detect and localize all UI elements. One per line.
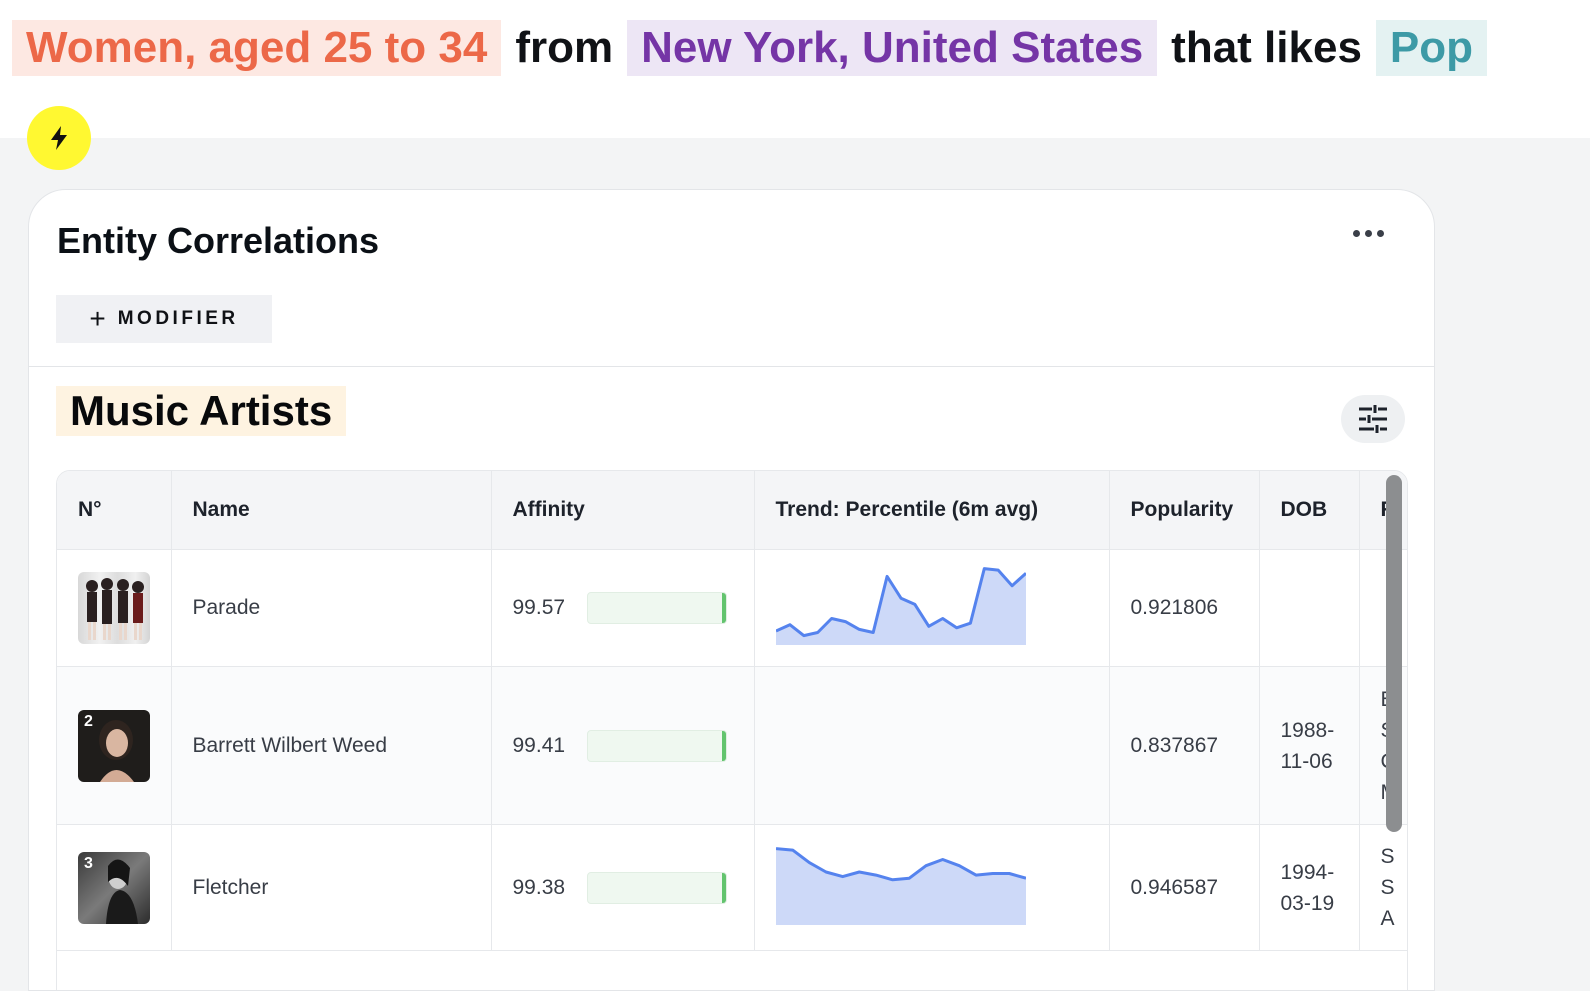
trend-cell [754,549,1110,667]
table-row[interactable]: 3 Fletcher 99.38 0.946587 1994- 03-19 SSA [57,824,1407,951]
col-header-rank[interactable]: N° [57,471,172,550]
genre-chip[interactable]: Pop [1375,20,1488,76]
trend-cell [754,824,1110,951]
dob-cell: 1994- 03-19 [1259,824,1360,951]
vertical-scrollbar[interactable] [1386,475,1402,832]
trend-sparkline [775,846,1026,925]
popularity-cell: 0.837867 [1109,666,1260,825]
rank-cell [57,549,172,667]
plus-icon: + [89,303,106,334]
rank-cell: 3 [57,824,172,951]
dob-line: 11-06 [1280,749,1333,773]
rank-badge: 3 [84,854,93,872]
entity-correlations-card: Entity Correlations + MODIFIER Music Art… [28,189,1435,991]
table-row[interactable]: 2 Barrett Wilbert Weed 99.41 0.837867 19… [57,666,1407,825]
artist-thumbnail[interactable] [78,572,150,644]
trend-area [775,848,1026,925]
location-chip[interactable]: New York, United States [627,20,1158,76]
affinity-cell: 99.57 [491,549,755,667]
truncated-text: A [1380,907,1395,930]
filter-button[interactable] [1341,395,1405,443]
affinity-cell: 99.41 [491,666,755,825]
artist-thumbnail[interactable]: 2 [78,709,150,782]
divider [29,366,1434,367]
dob-line: 03-19 [1280,891,1335,915]
trend-sparkline [776,701,1026,785]
affinity-bar [587,592,728,624]
audience-query: Women, aged 25 to 34 from New York, Unit… [12,18,1488,78]
popularity-cell: 0.946587 [1109,824,1260,951]
section-title: Music Artists [56,386,347,436]
dob-line: 1988- [1280,718,1335,742]
table-row[interactable]: Parade 99.57 0.921806 [57,549,1407,667]
lightning-bolt-icon[interactable] [27,106,91,170]
truncated-cell: SSA [1359,824,1407,951]
col-header-popularity[interactable]: Popularity [1109,471,1260,550]
more-horizontal-icon[interactable] [1349,220,1388,247]
col-header-trend[interactable]: Trend: Percentile (6m avg) [754,471,1110,550]
modifier-label: MODIFIER [117,308,239,329]
query-bar: Women, aged 25 to 34 from New York, Unit… [0,0,1590,138]
affinity-value: 99.41 [512,733,566,757]
dob-cell [1259,549,1360,667]
dob-cell: 1988- 11-06 [1259,666,1360,825]
trend-cell [754,666,1110,825]
name-cell[interactable]: Fletcher [171,824,492,951]
artist-thumbnail[interactable]: 3 [78,851,150,924]
truncated-text: S [1380,845,1395,868]
name-cell[interactable]: Parade [171,549,492,667]
trend-sparkline [774,567,1027,645]
truncated-text: S [1380,876,1395,899]
affinity-value: 99.57 [512,596,566,619]
rank-badge: 2 [84,712,93,730]
card-title: Entity Correlations [57,220,380,261]
sliders-icon [1359,405,1387,433]
audience-chip[interactable]: Women, aged 25 to 34 [12,20,502,76]
name-cell[interactable]: Barrett Wilbert Weed [171,666,492,825]
col-header-dob[interactable]: DOB [1259,471,1360,550]
artists-table: N° Name Affinity Trend: Percentile (6m a… [56,470,1408,990]
affinity-cell: 99.38 [491,824,755,951]
col-header-affinity[interactable]: Affinity [491,471,755,550]
affinity-value: 99.38 [512,875,566,899]
from-connector: from [515,23,614,72]
rank-cell: 2 [57,666,172,825]
likes-connector: that likes [1171,23,1362,72]
dob-line: 1994- [1280,860,1335,884]
col-header-name[interactable]: Name [171,471,492,550]
affinity-bar [587,729,728,762]
add-modifier-button[interactable]: + MODIFIER [56,295,272,343]
table-header-row: N° Name Affinity Trend: Percentile (6m a… [57,471,1407,550]
group-photo-icon [86,578,144,640]
popularity-cell: 0.921806 [1109,549,1260,667]
affinity-bar [587,871,728,904]
